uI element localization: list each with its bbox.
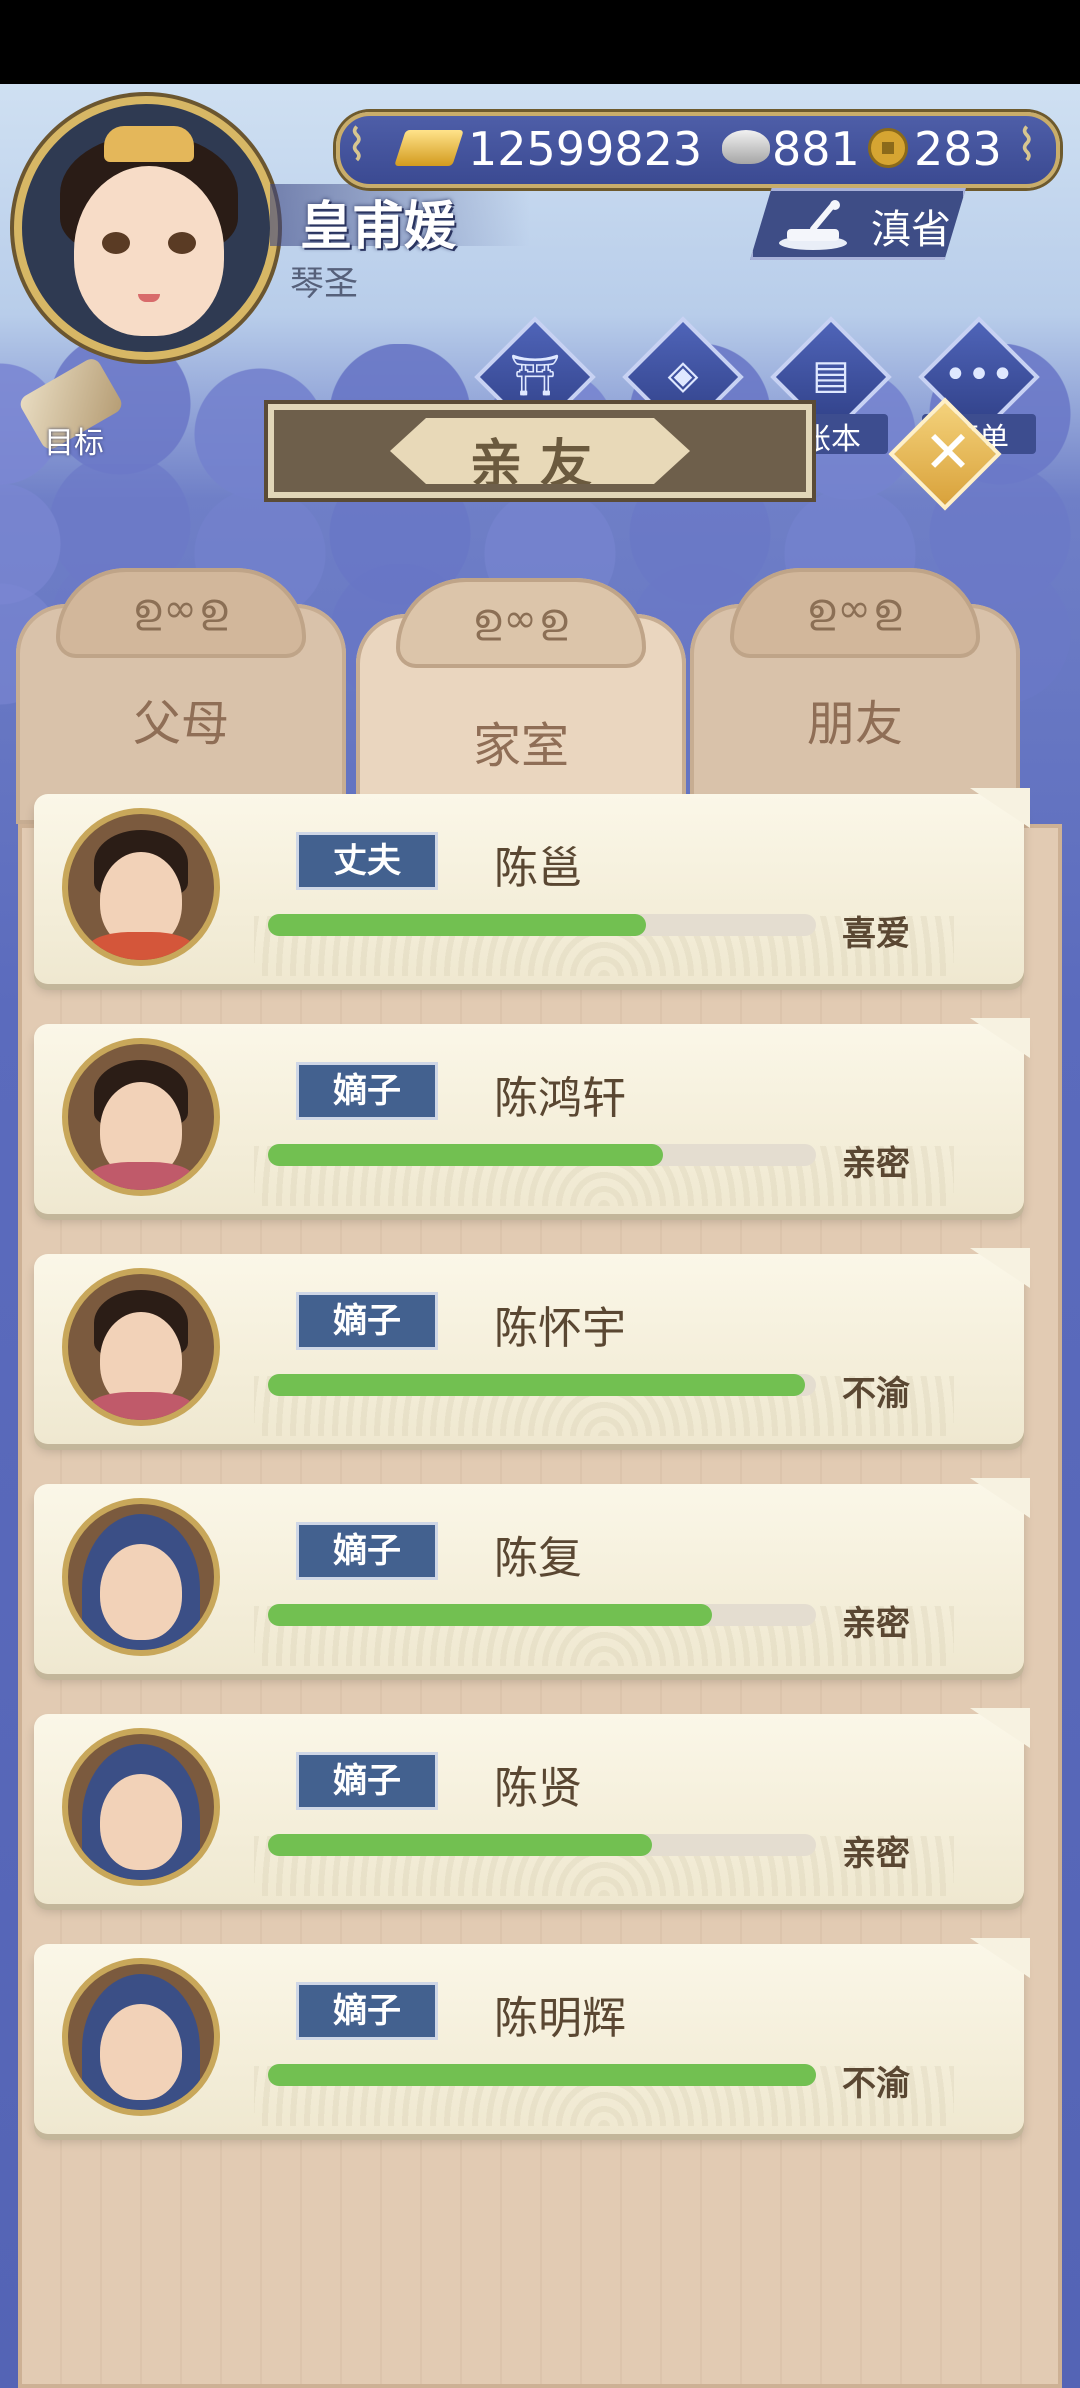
ledger-icon: ▤ <box>812 352 850 398</box>
affinity-bar-fill <box>268 1144 663 1166</box>
silver-ingot-icon <box>722 130 770 164</box>
member-card[interactable]: 嫡子 陈复亲密 <box>34 1478 1030 1674</box>
face <box>100 1774 182 1870</box>
gold-amount: 12599823 <box>468 122 703 176</box>
affinity-bar <box>268 2064 816 2086</box>
member-card[interactable]: 嫡子 陈贤亲密 <box>34 1708 1030 1904</box>
affinity-bar-fill <box>268 914 647 936</box>
member-card[interactable]: 嫡子 陈怀宇不渝 <box>34 1248 1030 1444</box>
affinity-bar <box>268 1144 816 1166</box>
title-banner: 亲友 <box>268 404 812 498</box>
close-icon[interactable]: ✕ <box>908 412 988 492</box>
player-avatar[interactable] <box>14 96 278 360</box>
face <box>100 1544 182 1640</box>
seal-stamp-icon <box>779 200 847 250</box>
relation-status: 不渝 <box>842 2064 910 2104</box>
tab-parents[interactable]: ഉ∞ഉ 父母 <box>16 568 346 824</box>
member-card[interactable]: 丈夫 陈邕喜爱 <box>34 788 1030 984</box>
goal-label[interactable]: 目标 <box>44 418 104 462</box>
role-badge: 嫡子 <box>296 1062 438 1120</box>
member-name: 陈鸿轩 <box>494 1073 626 1124</box>
child-portrait <box>62 1038 220 1196</box>
copper-coin-icon <box>868 128 908 168</box>
member-card[interactable]: 嫡子 陈鸿轩亲密 <box>34 1018 1030 1214</box>
cloud-swirl-icon: ഉ∞ഉ <box>472 596 570 642</box>
man-portrait <box>62 808 220 966</box>
robe <box>88 932 194 960</box>
bamboo-icon: ⌇ <box>1016 120 1038 171</box>
gold-ingot-icon <box>394 130 464 166</box>
face <box>100 2004 182 2100</box>
silver-amount: 881 <box>772 122 860 176</box>
role-badge: 嫡子 <box>296 1522 438 1580</box>
role-badge: 嫡子 <box>296 1982 438 2040</box>
more-icon: ••• <box>943 352 1015 398</box>
affinity-bar-fill <box>268 1834 652 1856</box>
relation-status: 亲密 <box>842 1604 910 1644</box>
member-name: 陈邕 <box>494 843 582 894</box>
affinity-bar <box>268 1604 816 1626</box>
affinity-bar-fill <box>268 1374 806 1396</box>
robe <box>88 1162 194 1190</box>
baby-portrait <box>62 1958 220 2116</box>
affinity-bar <box>268 914 816 936</box>
tab-parents-label: 父母 <box>132 696 229 752</box>
relation-status: 亲密 <box>842 1144 910 1184</box>
bag-icon: ◈ <box>667 352 699 398</box>
page-title: 亲友 <box>469 435 610 495</box>
affinity-bar-fill <box>268 1604 712 1626</box>
baby-portrait <box>62 1728 220 1886</box>
coin-amount: 283 <box>914 122 1002 176</box>
tab-friends-label: 朋友 <box>806 696 903 752</box>
robe <box>88 1392 194 1420</box>
role-badge: 丈夫 <box>296 832 438 890</box>
relation-status: 亲密 <box>842 1834 910 1874</box>
game-scene: 皇甫媛 琴圣 ⌇ 12599823 881 283 ⌇ 滇省 ⛩ 车马 ◈ 行囊… <box>0 84 1080 2388</box>
child-portrait <box>62 1268 220 1426</box>
crown-icon <box>104 126 194 162</box>
cloud-swirl-icon: ഉ∞ഉ <box>806 586 904 632</box>
member-name: 陈明辉 <box>494 1993 626 2044</box>
member-name: 陈怀宇 <box>494 1303 626 1354</box>
relation-status: 喜爱 <box>842 914 910 954</box>
currency-bar: ⌇ 12599823 881 283 ⌇ <box>336 112 1060 188</box>
bamboo-icon: ⌇ <box>346 120 368 171</box>
member-name: 陈复 <box>494 1533 582 1584</box>
province-label: 滇省 <box>871 207 951 253</box>
tab-friends[interactable]: ഉ∞ഉ 朋友 <box>690 568 1020 824</box>
affinity-bar-fill <box>268 2064 816 2086</box>
avatar-eye <box>102 232 130 254</box>
affinity-bar <box>268 1374 816 1396</box>
role-badge: 嫡子 <box>296 1292 438 1350</box>
role-badge: 嫡子 <box>296 1752 438 1810</box>
player-title: 琴圣 <box>290 264 358 304</box>
baby-portrait <box>62 1498 220 1656</box>
affinity-bar <box>268 1834 816 1856</box>
province-button[interactable]: 滇省 <box>750 188 966 260</box>
tab-household-label: 家室 <box>472 718 569 774</box>
avatar-face <box>74 166 224 336</box>
player-name: 皇甫媛 <box>300 197 457 257</box>
member-name: 陈贤 <box>494 1763 582 1814</box>
cloud-swirl-icon: ഉ∞ഉ <box>132 586 230 632</box>
member-card[interactable]: 嫡子 陈明辉不渝 <box>34 1938 1030 2134</box>
carriage-icon: ⛩ <box>509 353 561 399</box>
relation-status: 不渝 <box>842 1374 910 1414</box>
avatar-eye <box>168 232 196 254</box>
